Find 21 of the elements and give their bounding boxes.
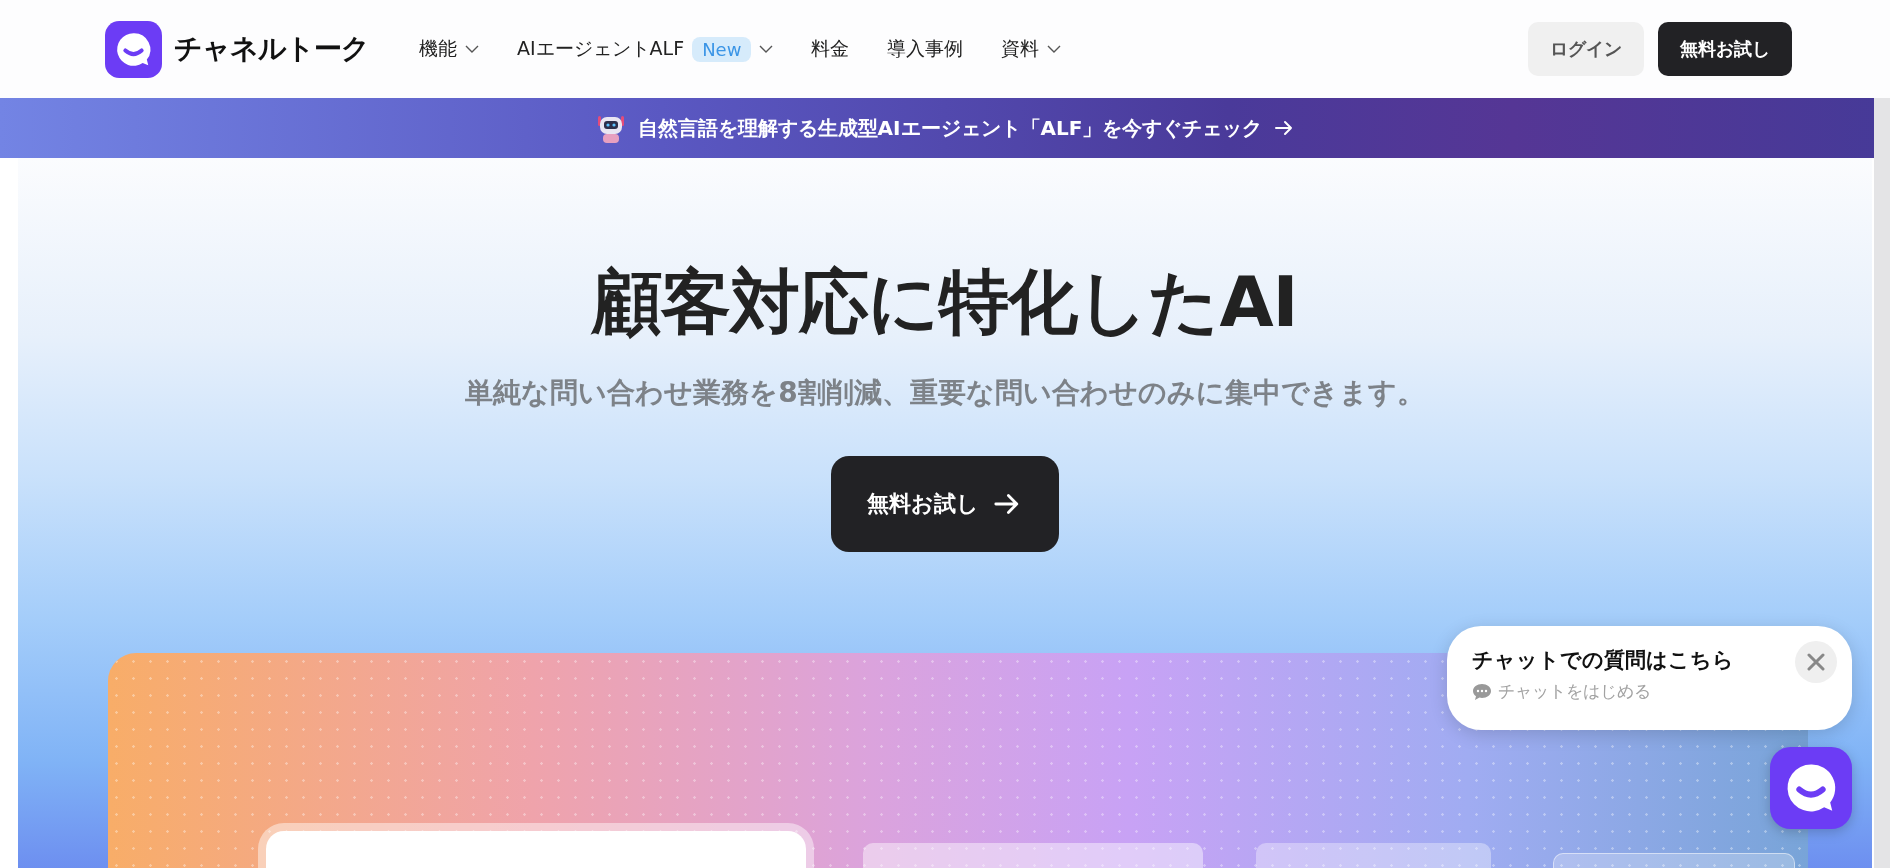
nav-item[interactable]: AIエージェントALF New xyxy=(517,36,774,62)
new-badge: New xyxy=(692,36,752,62)
hero-subtitle: 単純な問い合わせ業務を8割削減、重要な問い合わせのみに集中できます。 xyxy=(465,375,1425,411)
close-button[interactable] xyxy=(1795,641,1837,683)
logo-text[interactable]: チャネルトーク xyxy=(174,30,369,68)
hero-title: 顧客対応に特化したAI xyxy=(592,260,1298,345)
speech-bubble-icon xyxy=(1472,682,1492,701)
close-icon xyxy=(1807,653,1825,671)
nav-item[interactable]: 導入事例 xyxy=(887,36,964,62)
trial-button[interactable]: 無料お試し xyxy=(1658,22,1792,76)
trial-cta-button[interactable]: 無料お試し xyxy=(831,456,1059,552)
nav-item[interactable]: 機能 xyxy=(419,36,479,62)
chat-popup-title: チャットでの質問はこちら xyxy=(1472,647,1734,674)
scrollbar[interactable] xyxy=(1874,98,1890,868)
chat-launcher-icon[interactable] xyxy=(1770,747,1852,829)
logo-icon[interactable] xyxy=(105,20,162,78)
nav-item[interactable]: 料金 xyxy=(811,36,850,62)
arrow-right-icon xyxy=(1274,118,1295,138)
announcement-link[interactable]: 自然言語を理解する生成型AIエージェント「ALF」を今すぐチェック xyxy=(637,114,1263,142)
login-button[interactable]: ログイン xyxy=(1528,22,1644,76)
nav-item[interactable]: 資料 xyxy=(1001,36,1062,62)
